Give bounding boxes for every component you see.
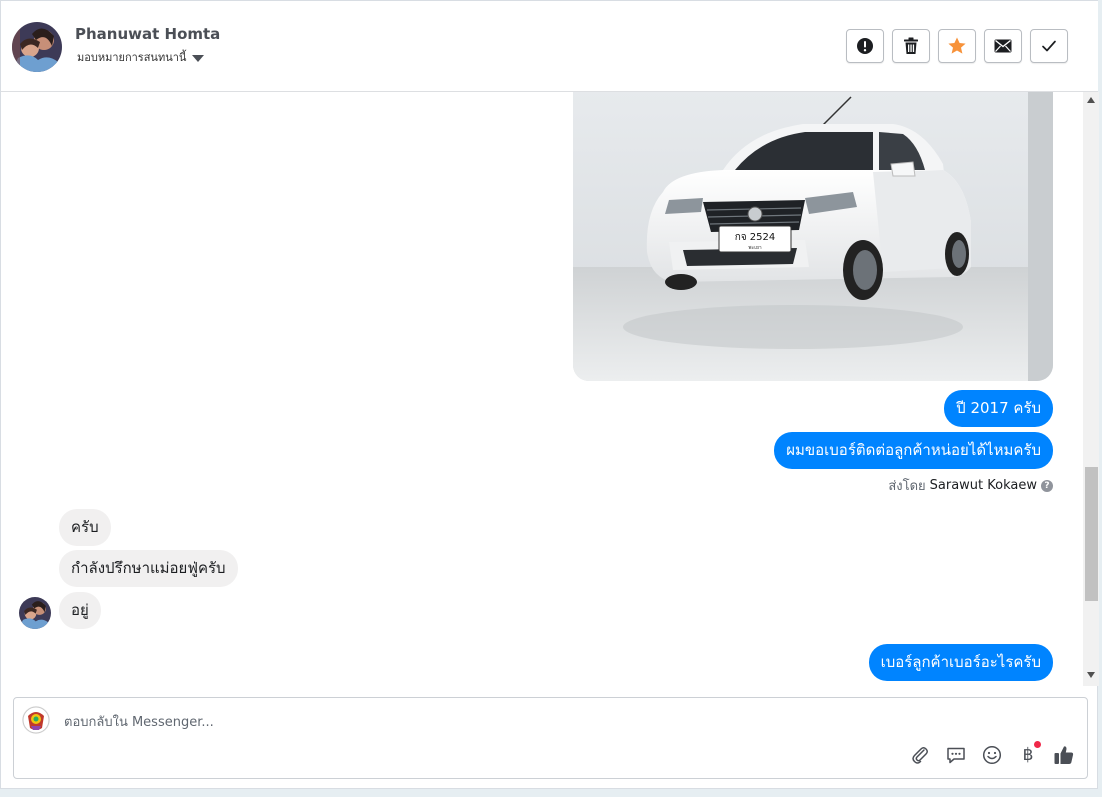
message-outgoing[interactable]: เบอร์ลูกค้าเบอร์อะไรครับ bbox=[868, 644, 1053, 681]
header-actions bbox=[846, 29, 1068, 63]
plate-number: กจ 2524 bbox=[735, 232, 776, 243]
delete-button[interactable] bbox=[892, 29, 930, 63]
message-incoming[interactable]: ครับ bbox=[59, 509, 111, 546]
attach-button[interactable] bbox=[909, 744, 931, 766]
message-incoming[interactable]: อยู่ bbox=[59, 592, 101, 629]
baht-icon: ฿ bbox=[1022, 745, 1034, 765]
emoji-button[interactable] bbox=[981, 744, 1003, 766]
messenger-panel: Phanuwat Homta มอบหมายการสนทนานี้ กจ 252… bbox=[0, 0, 1099, 789]
exclamation-icon bbox=[857, 38, 873, 54]
envelope-icon bbox=[994, 39, 1012, 53]
chat-bubble-icon bbox=[947, 747, 965, 764]
trash-icon bbox=[904, 37, 918, 54]
scrollbar-thumb[interactable] bbox=[1085, 467, 1098, 601]
smiley-icon bbox=[982, 745, 1002, 765]
sent-by-info: ส่งโดย Sarawut Kokaew ? bbox=[888, 475, 1053, 496]
composer-tools: ฿ bbox=[909, 741, 1075, 766]
scroll-down-arrow-icon[interactable] bbox=[1087, 672, 1095, 678]
star-icon bbox=[948, 37, 966, 54]
scroll-up-arrow-icon[interactable] bbox=[1087, 97, 1095, 103]
message-thread[interactable]: กจ 2524 พะเยา ปี 2017 ครับ ผมขอเบอร์ติดต… bbox=[1, 92, 1081, 686]
contact-avatar[interactable] bbox=[12, 22, 62, 72]
star-button[interactable] bbox=[938, 29, 976, 63]
sent-by-label: ส่งโดย bbox=[888, 479, 926, 494]
reply-input[interactable] bbox=[62, 710, 966, 734]
like-button[interactable] bbox=[1053, 744, 1075, 766]
page-avatar bbox=[22, 706, 50, 734]
payment-button[interactable]: ฿ bbox=[1017, 741, 1041, 766]
question-icon[interactable]: ? bbox=[1041, 479, 1053, 492]
message-outgoing[interactable]: ปี 2017 ครับ bbox=[944, 390, 1053, 427]
reply-composer: ฿ bbox=[13, 697, 1088, 779]
shared-car-photo[interactable]: กจ 2524 พะเยา bbox=[573, 92, 1053, 381]
contact-name[interactable]: Phanuwat Homta bbox=[75, 25, 220, 43]
message-outgoing[interactable]: ผมขอเบอร์ติดต่อลูกค้าหน่อยได้ไหมครับ bbox=[774, 432, 1053, 469]
contact-avatar-small bbox=[19, 597, 51, 629]
saved-replies-button[interactable] bbox=[945, 744, 967, 766]
conversation-header: Phanuwat Homta มอบหมายการสนทนานี้ bbox=[1, 1, 1098, 92]
check-icon bbox=[1042, 40, 1056, 52]
sent-by-name: Sarawut Kokaew bbox=[929, 478, 1037, 493]
assign-conversation-dropdown[interactable]: มอบหมายการสนทนานี้ bbox=[77, 48, 205, 66]
message-incoming[interactable]: กำลังปรึกษาแม่อยฟู่ครับ bbox=[59, 550, 238, 587]
mark-spam-button[interactable] bbox=[846, 29, 884, 63]
thumbs-up-icon bbox=[1054, 746, 1074, 764]
assign-label: มอบหมายการสนทนานี้ bbox=[77, 51, 187, 64]
mark-unread-button[interactable] bbox=[984, 29, 1022, 63]
mark-done-button[interactable] bbox=[1030, 29, 1068, 63]
paperclip-icon bbox=[912, 747, 928, 764]
notification-dot bbox=[1034, 741, 1041, 748]
plate-province: พะเยา bbox=[748, 245, 762, 251]
caret-down-icon bbox=[192, 54, 205, 62]
